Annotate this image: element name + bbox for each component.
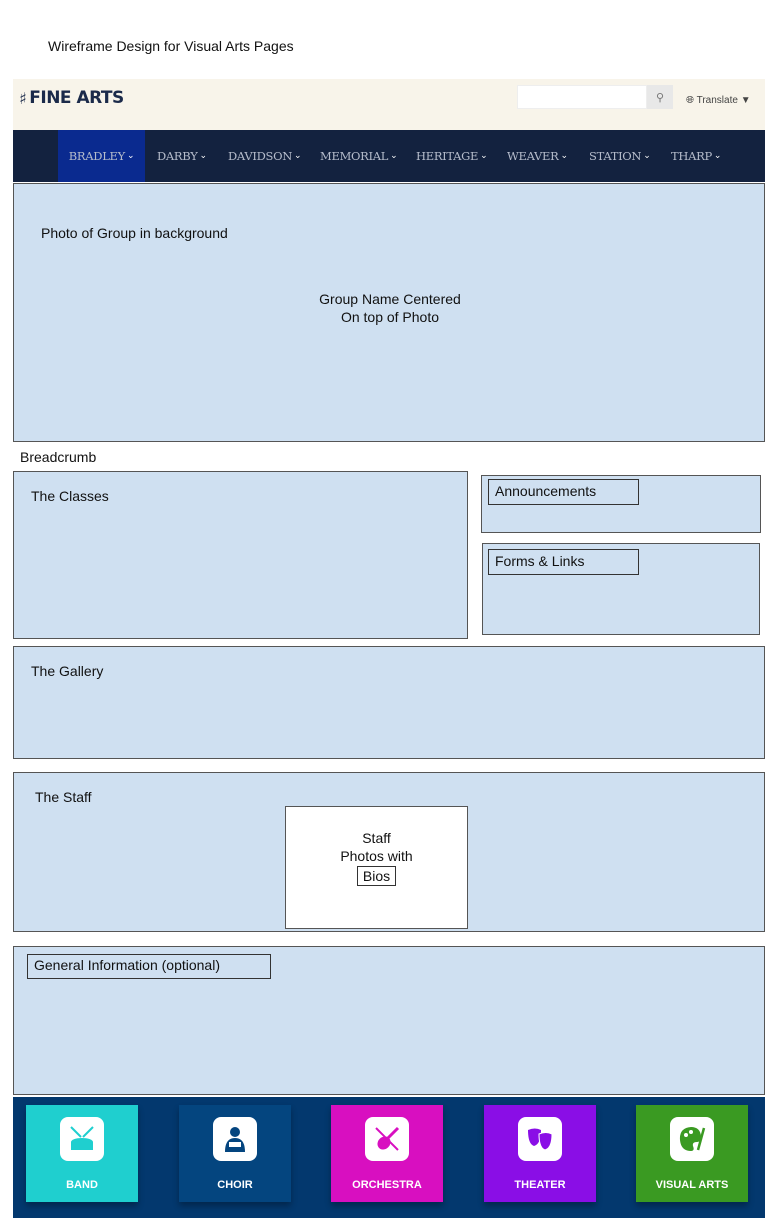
search-button[interactable]: ⚲ — [647, 85, 673, 109]
main-nav: BRADLEY ⌄ DARBY ⌄ DAVIDSON ⌄ MEMORIAL ⌄ HERI… — [13, 130, 765, 182]
chevron-down-icon: ⌄ — [480, 151, 488, 161]
caret-down-icon: ▼ — [740, 95, 751, 106]
search-input[interactable] — [517, 85, 647, 109]
tile-choir[interactable]: CHOIR — [179, 1105, 291, 1202]
chevron-down-icon: ⌄ — [713, 151, 722, 161]
breadcrumb[interactable]: Breadcrumb — [20, 449, 96, 465]
hero-group-name: Group Name Centered On top of Photo — [319, 291, 461, 325]
tile-visual-arts[interactable]: VISUAL ARTS — [636, 1105, 748, 1202]
chevron-down-icon: ⌄ — [294, 151, 302, 161]
chevron-down-icon: ⌄ — [390, 151, 398, 161]
nav-item-darby[interactable]: DARBY ⌄ — [157, 130, 207, 182]
classes-section: The Classes — [13, 471, 468, 639]
page-title: Wireframe Design for Visual Arts Pages — [48, 38, 294, 54]
tile-orchestra[interactable]: ORCHESTRA — [331, 1105, 443, 1202]
hero-photo: Photo of Group in background Group Name … — [13, 183, 765, 442]
nav-item-davidson[interactable]: DAVIDSON ⌄ — [228, 130, 302, 182]
translate-button[interactable]: 🌐︎ Translate ▼ — [686, 95, 751, 106]
nav-item-heritage[interactable]: HERITAGE ⌄ — [416, 130, 488, 182]
logo[interactable]: ♯ FINE ARTS — [19, 88, 124, 108]
nav-item-bradley[interactable]: BRADLEY ⌄ — [58, 130, 145, 182]
gallery-section: The Gallery — [13, 646, 765, 759]
tile-theater[interactable]: THEATER — [484, 1105, 596, 1202]
logo-mark-icon: ♯ — [19, 88, 27, 108]
tile-band[interactable]: BAND — [26, 1105, 138, 1202]
palette-icon — [670, 1117, 714, 1161]
chevron-down-icon: ⌄ — [643, 151, 651, 161]
globe-icon: 🌐︎ — [686, 95, 694, 106]
general-info-section: General Information (optional) — [13, 946, 765, 1095]
chevron-down-icon: ⌄ — [560, 151, 569, 161]
theater-masks-icon — [518, 1117, 562, 1161]
drum-icon — [60, 1117, 104, 1161]
arts-footer: BAND CHOIR ORCHESTRA THEATER VISUAL ARTS — [13, 1097, 765, 1218]
nav-item-tharp[interactable]: THARP ⌄ — [671, 130, 721, 182]
bios-label: Bios — [356, 866, 397, 886]
nav-item-memorial[interactable]: MEMORIAL ⌄ — [320, 130, 398, 182]
hero-label: Photo of Group in background — [41, 225, 228, 241]
singer-icon — [213, 1117, 257, 1161]
search-icon: ⚲ — [655, 91, 665, 104]
chevron-down-icon: ⌄ — [126, 151, 135, 161]
violin-icon — [365, 1117, 409, 1161]
forms-links-section: Forms & Links — [482, 543, 760, 635]
announcements-section: Announcements — [481, 475, 761, 533]
nav-item-weaver[interactable]: WEAVER ⌄ — [507, 130, 568, 182]
staff-section: The Staff Staff Photos with Bios — [13, 772, 765, 932]
chevron-down-icon: ⌄ — [199, 151, 208, 161]
site-header: ♯ FINE ARTS ⚲ 🌐︎ Translate ▼ — [13, 79, 765, 130]
staff-photos: Staff Photos with Bios — [285, 806, 468, 929]
nav-item-station[interactable]: STATION ⌄ — [589, 130, 651, 182]
